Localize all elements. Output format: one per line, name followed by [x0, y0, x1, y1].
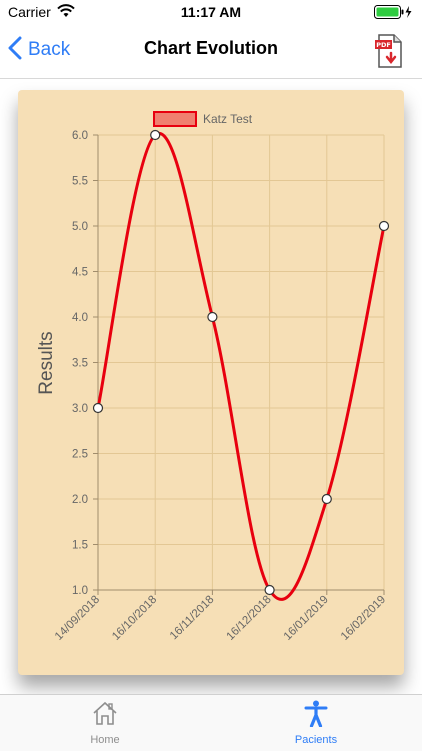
- y-tick-label: 3.5: [72, 358, 88, 370]
- chart-card: 1.0 1.5 2.0 2.5 3.0 3.5 4.0 4.5 5.0 5.5 6.0 14/09/…: [18, 90, 404, 675]
- y-tick-label: 4.0: [72, 312, 88, 324]
- y-tick-label: 3.0: [72, 403, 88, 415]
- x-tick-label: 14/09/2018: [53, 594, 102, 643]
- y-tick-label: 2.5: [72, 449, 88, 461]
- x-tick-label: 16/01/2019: [282, 594, 331, 643]
- chart-legend: Katz Test: [153, 111, 253, 127]
- data-point: [378, 220, 390, 232]
- series-line: [96, 131, 386, 601]
- y-tick-label: 2.0: [72, 494, 88, 506]
- x-tick-label: 16/02/2019: [339, 594, 388, 643]
- y-tick-label: 5.0: [72, 221, 88, 233]
- y-tick-label: 6.0: [72, 130, 88, 142]
- data-point: [150, 129, 161, 141]
- legend-label: Katz Test: [203, 112, 253, 126]
- chart-grid: [97, 134, 385, 591]
- x-tick-label: 16/12/2018: [225, 594, 274, 643]
- status-bar: Carrier 11:17 AM: [0, 0, 422, 24]
- page-title: Chart Evolution: [144, 38, 278, 58]
- pdf-icon: PDF: [375, 34, 402, 68]
- y-tick-label: 4.5: [72, 267, 88, 279]
- tab-home-label: Home: [90, 734, 120, 746]
- tab-home[interactable]: Home: [45, 699, 165, 749]
- x-tick-labels: 14/09/2018 16/10/2018 16/11/2018 16/12/2018…: [53, 594, 388, 643]
- data-point: [207, 311, 218, 323]
- battery-icon: [374, 5, 414, 19]
- person-icon: [302, 700, 330, 731]
- y-tick-labels: 1.0 1.5 2.0 2.5 3.0 3.5 4.0 4.5 5.0 5.5 6.0: [72, 130, 88, 597]
- pdf-export-button[interactable]: PDF: [373, 33, 405, 69]
- status-time: 11:17 AM: [180, 4, 242, 20]
- home-icon: [91, 701, 119, 731]
- y-tick-label: 1.5: [72, 540, 88, 552]
- tab-pacients-label: Pacients: [294, 734, 338, 746]
- line-chart: 1.0 1.5 2.0 2.5 3.0 3.5 4.0 4.5 5.0 5.5 6.0 14/09/…: [36, 111, 390, 643]
- y-tick-label: 5.5: [72, 176, 88, 188]
- data-point: [264, 584, 275, 596]
- tab-bar: Home Pacients: [0, 694, 422, 751]
- data-point: [92, 402, 104, 414]
- x-tick-label: 16/11/2018: [168, 594, 217, 643]
- chart-axes: [93, 134, 385, 595]
- y-tick-label: 1.0: [72, 585, 88, 597]
- navigation-bar: Back Chart Evolution PDF: [0, 24, 422, 79]
- tab-pacients[interactable]: Pacients: [256, 699, 376, 749]
- data-point: [321, 493, 332, 505]
- chart-series: [92, 129, 390, 601]
- x-tick-label: 16/10/2018: [110, 594, 159, 643]
- y-axis-label: Results: [36, 331, 57, 394]
- legend-swatch: [153, 111, 197, 127]
- pdf-badge-text: PDF: [376, 41, 391, 49]
